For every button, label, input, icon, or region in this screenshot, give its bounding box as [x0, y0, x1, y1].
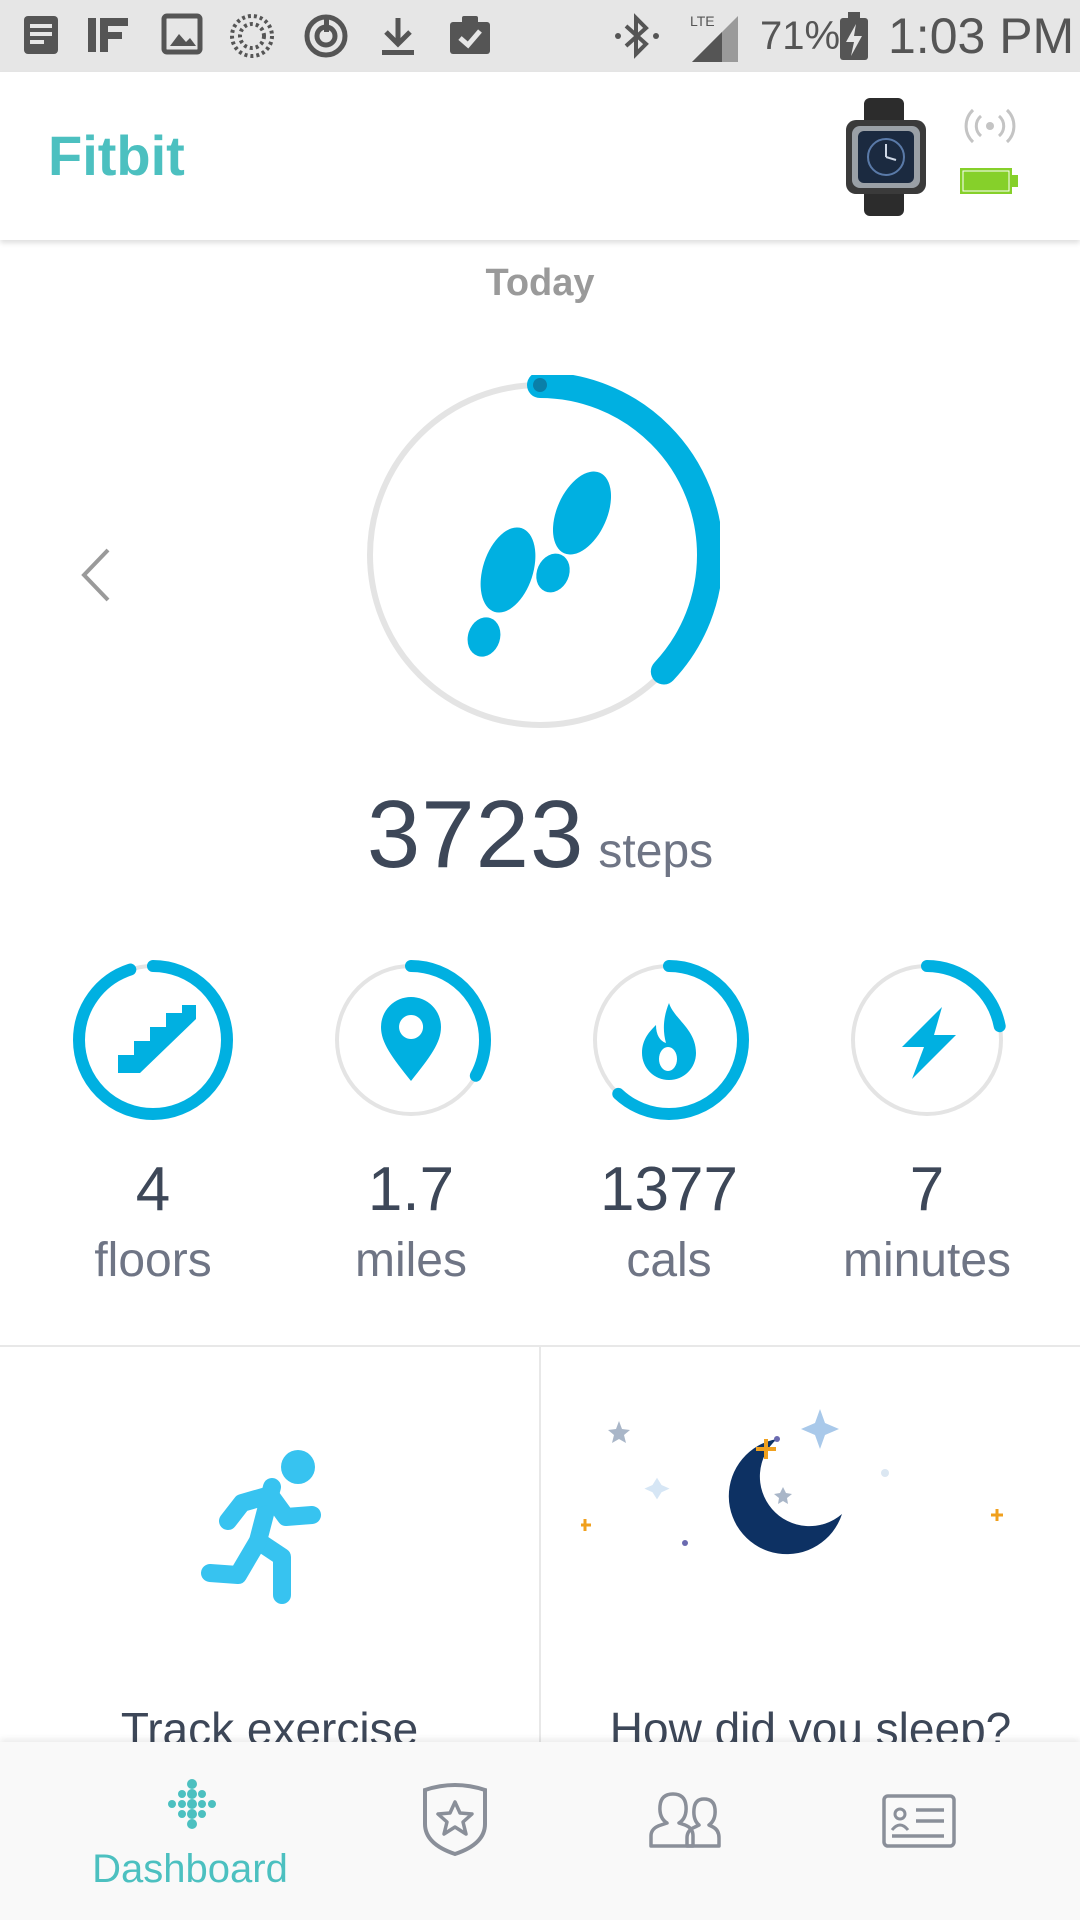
ifttt-icon	[86, 12, 134, 60]
steps-value: 3723	[366, 781, 585, 888]
tab-dashboard-label: Dashboard	[92, 1847, 288, 1891]
steps-summary[interactable]: 3723 steps	[0, 780, 1080, 890]
track-exercise-tile[interactable]: Track exercise	[0, 1347, 541, 1755]
app-bar: Fitbit	[0, 72, 1080, 240]
sync-dots-icon	[228, 12, 276, 60]
clipboard-check-icon	[446, 12, 494, 60]
download-icon	[376, 12, 424, 60]
date-label: Today	[485, 262, 595, 304]
signal-icon: LTE	[688, 12, 738, 62]
app-title: Fitbit	[48, 124, 185, 187]
lightning-icon	[902, 1007, 956, 1079]
floors-value: 4	[135, 1155, 171, 1224]
steps-unit: steps	[598, 825, 714, 878]
smartwatch-icon[interactable]	[838, 98, 938, 216]
status-bar: LTE 71% 1:03 PM	[0, 0, 1080, 72]
tab-challenges[interactable]	[400, 1742, 510, 1920]
miles-value: 1.7	[367, 1155, 455, 1224]
stat-floors[interactable]: 4 floors	[63, 955, 243, 1289]
tab-friends[interactable]	[630, 1742, 740, 1920]
notes-icon	[22, 12, 70, 60]
activity-tiles: Track exercise How did you sleep?	[0, 1345, 1080, 1755]
svg-text:LTE: LTE	[690, 13, 715, 29]
profile-card-icon	[882, 1794, 956, 1848]
fitbit-dots-icon	[168, 1779, 216, 1829]
bluetooth-icon	[612, 12, 660, 60]
cals-unit: cals	[626, 1234, 712, 1287]
clock: 1:03 PM	[888, 8, 1075, 64]
running-person-icon	[201, 1450, 321, 1604]
star-badge-icon	[423, 1783, 487, 1856]
steps-progress-ring[interactable]	[360, 375, 720, 735]
chevron-left-icon[interactable]	[70, 540, 120, 610]
broadcast-icon	[964, 106, 1016, 146]
miles-unit: miles	[354, 1234, 467, 1287]
image-icon	[160, 12, 208, 60]
sleep-tile[interactable]: How did you sleep?	[541, 1347, 1080, 1755]
bottom-navigation: Dashboard	[0, 1742, 1080, 1920]
stat-active-minutes[interactable]: 7 minutes	[837, 955, 1017, 1289]
moon-stars-icon	[581, 1409, 1003, 1555]
minutes-value: 7	[909, 1155, 945, 1224]
cals-value: 1377	[600, 1155, 738, 1224]
stairs-icon	[118, 1005, 196, 1073]
minutes-unit: minutes	[842, 1234, 1012, 1287]
tab-dashboard[interactable]: Dashboard	[60, 1742, 320, 1920]
battery-full-icon	[960, 164, 1020, 198]
friends-icon	[649, 1792, 721, 1848]
floors-unit: floors	[94, 1234, 212, 1287]
battery-charging-icon	[838, 12, 886, 60]
stat-miles[interactable]: 1.7 miles	[321, 955, 501, 1289]
location-pin-icon	[381, 997, 441, 1081]
power-sync-icon	[302, 12, 350, 60]
tab-account[interactable]	[860, 1742, 970, 1920]
footprints-icon	[467, 471, 612, 657]
battery-percent: 71%	[760, 14, 841, 58]
stat-cals[interactable]: 1377 cals	[579, 955, 759, 1289]
